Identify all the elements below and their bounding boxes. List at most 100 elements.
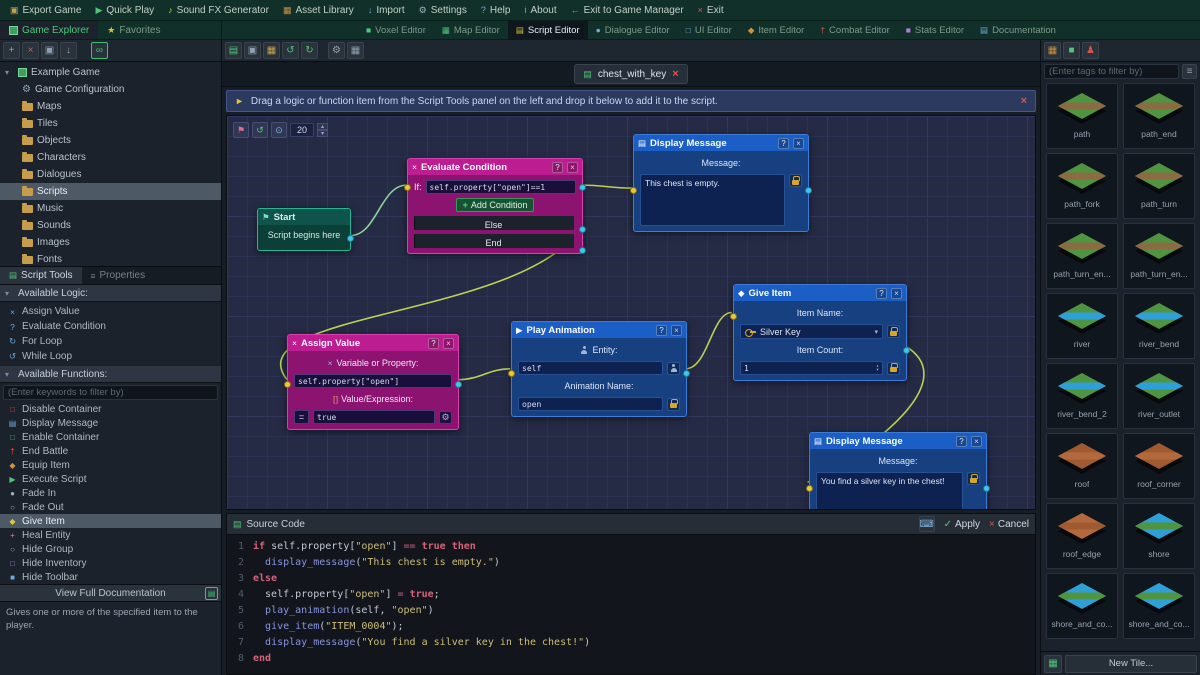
filter-options-icon[interactable]: ≡ <box>1182 64 1197 79</box>
node-header[interactable]: × Evaluate Condition ? × <box>408 159 582 175</box>
tab-item-editor[interactable]: ◆ Item Editor <box>740 21 812 39</box>
node-header[interactable]: ▤ Display Message ? × <box>810 433 986 449</box>
tab-script-editor[interactable]: ▤ Script Editor <box>507 21 588 39</box>
logic-item-for-loop[interactable]: ↻ For Loop <box>0 334 221 349</box>
duplicate-resource-icon[interactable]: ▣ <box>41 42 58 59</box>
tree-item-objects[interactable]: Objects <box>0 132 221 149</box>
tile-path-turn-en[interactable]: path_turn_en... <box>1123 223 1195 289</box>
tree-item-characters[interactable]: Characters <box>0 149 221 166</box>
available-logic-header[interactable]: ▾ Available Logic: <box>0 285 221 302</box>
output-port[interactable] <box>683 370 690 377</box>
function-item-equip-item[interactable]: ◆ Equip Item <box>0 458 221 472</box>
node-close-icon[interactable]: × <box>443 337 454 349</box>
tab-dialogue-editor[interactable]: ● Dialogue Editor <box>588 21 678 39</box>
output-port[interactable] <box>983 485 990 492</box>
stepper-up-icon[interactable]: ▴ <box>317 123 328 130</box>
delete-resource-icon[interactable]: × <box>22 42 39 59</box>
tile-path-fork[interactable]: path_fork <box>1046 153 1118 219</box>
menu-help[interactable]: ? Help <box>474 0 518 20</box>
lock-icon[interactable] <box>887 361 900 375</box>
tab-properties[interactable]: ≡ Properties <box>82 267 155 284</box>
new-tile-button[interactable]: New Tile... <box>1065 654 1197 673</box>
tab-stats-editor[interactable]: ■ Stats Editor <box>898 21 972 39</box>
node-display-message-1[interactable]: ▤ Display Message ? × Message: This ches… <box>630 134 812 232</box>
lock-icon[interactable] <box>789 174 802 187</box>
tree-item-tiles[interactable]: Tiles <box>0 115 221 132</box>
function-item-execute-script[interactable]: ▶ Execute Script <box>0 472 221 486</box>
tab-objects-icon[interactable]: ■ <box>1063 42 1080 59</box>
grid-settings-icon[interactable]: ▦ <box>347 42 364 59</box>
tree-item-fonts[interactable]: Fonts <box>0 251 221 266</box>
tile-roof[interactable]: roof <box>1046 433 1118 499</box>
menu-export-game[interactable]: ▣ Export Game <box>3 0 88 20</box>
output-port[interactable] <box>455 381 462 388</box>
animation-input[interactable]: open <box>518 397 663 411</box>
condition-input[interactable]: self.property["open"]==1 <box>425 180 576 194</box>
tab-ui-editor[interactable]: □ UI Editor <box>678 21 740 39</box>
pick-entity-icon[interactable] <box>667 361 680 375</box>
node-close-icon[interactable]: × <box>971 435 982 447</box>
message-input[interactable]: You find a silver key in the chest! <box>816 472 963 509</box>
function-item-end-battle[interactable]: † End Battle <box>0 444 221 458</box>
message-input[interactable]: This chest is empty. <box>640 174 785 226</box>
tree-item-scripts[interactable]: Scripts <box>0 183 221 200</box>
tree-item-example-game[interactable]: ▾ Example Game <box>0 64 221 81</box>
function-item-hide-inventory[interactable]: □ Hide Inventory <box>0 556 221 570</box>
value-input[interactable]: true <box>313 410 435 424</box>
node-assign-value[interactable]: × Assign Value ? × × Variable or Propert… <box>284 334 462 430</box>
node-help-icon[interactable]: ? <box>656 324 667 336</box>
script-tab-chest-with-key[interactable]: ▤ chest_with_key × <box>574 64 688 84</box>
grid-size-stepper[interactable]: ▴ ▾ <box>317 123 328 137</box>
function-item-fade-out[interactable]: ○ Fade Out <box>0 500 221 514</box>
tile-path-turn[interactable]: path_turn <box>1123 153 1195 219</box>
stepper-down-icon[interactable]: ▾ <box>317 130 328 137</box>
external-editor-icon[interactable]: ⌨ <box>918 516 935 532</box>
tile-shore-and-co[interactable]: shore_and_co... <box>1123 573 1195 639</box>
menu-sound-fx-generator[interactable]: ♪ Sound FX Generator <box>161 0 276 20</box>
input-port[interactable] <box>630 187 637 194</box>
function-item-fade-in[interactable]: ● Fade In <box>0 486 221 500</box>
logic-item-while-loop[interactable]: ↺ While Loop <box>0 349 221 364</box>
menu-exit[interactable]: × Exit <box>691 0 731 20</box>
tree-item-maps[interactable]: Maps <box>0 98 221 115</box>
open-docs-icon[interactable]: ▤ <box>205 587 218 600</box>
function-item-heal-entity[interactable]: + Heal Entity <box>0 528 221 542</box>
tab-combat-editor[interactable]: † Combat Editor <box>812 21 897 39</box>
link-resource-icon[interactable]: ∞ <box>91 42 108 59</box>
node-display-message-2[interactable]: ▤ Display Message ? × Message: You find … <box>806 432 990 509</box>
grid-size-value[interactable]: 20 <box>290 123 314 137</box>
input-port[interactable] <box>730 313 737 320</box>
node-header[interactable]: ▤ Display Message ? × <box>634 135 808 151</box>
view-documentation-button[interactable]: View Full Documentation ▤ <box>0 584 221 602</box>
node-header[interactable]: ◆ Give Item ? × <box>734 285 906 301</box>
output-port[interactable] <box>805 187 812 194</box>
tile-shore[interactable]: shore <box>1123 503 1195 569</box>
node-evaluate-condition[interactable]: × Evaluate Condition ? × If: self.proper… <box>404 158 586 254</box>
node-help-icon[interactable]: ? <box>552 161 563 173</box>
output-port-end[interactable] <box>579 247 586 254</box>
script-canvas[interactable]: ⚑ ↺ ⊙ 20 ▴ ▾ ⚑ Start Script begins here … <box>226 115 1036 510</box>
node-play-animation[interactable]: ▶ Play Animation ? × Entity: self Animat… <box>508 321 690 417</box>
tab-documentation[interactable]: ▤ Documentation <box>972 21 1064 39</box>
marker-icon[interactable]: ⚑ <box>233 122 249 138</box>
tile-river-outlet[interactable]: river_outlet <box>1123 363 1195 429</box>
dismiss-hint-icon[interactable]: × <box>1021 95 1027 107</box>
function-item-disable-container[interactable]: □ Disable Container <box>0 402 221 416</box>
undo-icon[interactable]: ↺ <box>282 42 299 59</box>
node-close-icon[interactable]: × <box>567 161 578 173</box>
redo-icon[interactable]: ↻ <box>301 42 318 59</box>
close-tab-icon[interactable]: × <box>672 68 678 80</box>
operator-select[interactable]: = <box>294 410 309 424</box>
node-header[interactable]: ⚑ Start <box>258 209 350 225</box>
settings-icon[interactable]: ⚙ <box>328 42 345 59</box>
lock-icon[interactable] <box>967 472 980 485</box>
code-lines[interactable]: 1 if self.property["open"] == true then 2 … <box>227 535 1035 674</box>
variable-input[interactable]: self.property["open"] <box>294 374 452 388</box>
node-close-icon[interactable]: × <box>671 324 682 336</box>
lock-icon[interactable] <box>887 325 900 338</box>
tree-item-dialogues[interactable]: Dialogues <box>0 166 221 183</box>
function-item-enable-container[interactable]: □ Enable Container <box>0 430 221 444</box>
tile-river-bend[interactable]: river_bend <box>1123 293 1195 359</box>
reset-view-icon[interactable]: ↺ <box>252 122 268 138</box>
node-close-icon[interactable]: × <box>793 137 804 149</box>
